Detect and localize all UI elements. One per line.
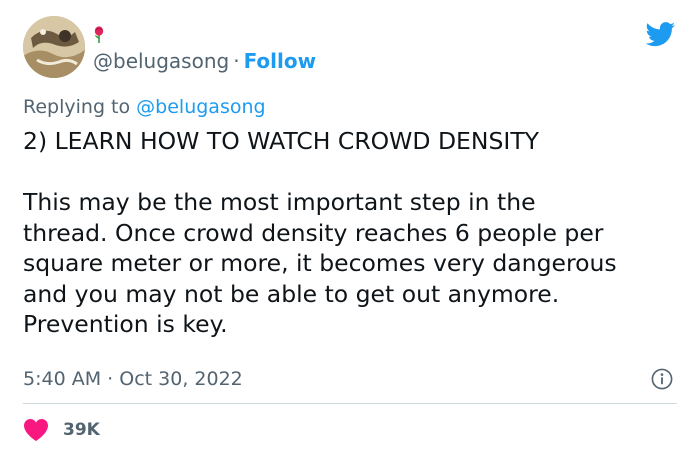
reply-prefix: Replying to xyxy=(23,96,131,118)
reply-context: Replying to @belugasong xyxy=(23,94,266,120)
author-row: @belugasong · Follow xyxy=(93,48,316,74)
twitter-bird-icon[interactable] xyxy=(645,22,676,47)
info-icon[interactable] xyxy=(651,368,673,390)
divider xyxy=(23,403,677,404)
like-button[interactable]: 39K xyxy=(23,417,100,443)
heart-icon xyxy=(24,419,48,441)
meta-separator: · xyxy=(107,368,114,390)
separator: · xyxy=(233,49,240,73)
rose-icon xyxy=(94,26,104,43)
tweet-timestamp[interactable]: 5:40 AM · Oct 30, 2022 xyxy=(23,366,243,392)
like-count: 39K xyxy=(63,420,100,440)
tweet-text: 2) LEARN HOW TO WATCH CROWD DENSITY This… xyxy=(23,126,683,340)
tweet-date: Oct 30, 2022 xyxy=(119,368,243,390)
tweet-heading: 2) LEARN HOW TO WATCH CROWD DENSITY xyxy=(23,127,540,155)
tweet-body: This may be the most important step in t… xyxy=(23,188,617,338)
tweet-time: 5:40 AM xyxy=(23,368,102,390)
follow-button[interactable]: Follow xyxy=(244,49,317,73)
tweet-card: @belugasong · Follow Replying to @belugaso… xyxy=(0,0,700,455)
author-handle[interactable]: @belugasong xyxy=(93,49,229,73)
reply-handle-link[interactable]: @belugasong xyxy=(136,96,265,118)
avatar[interactable] xyxy=(23,16,85,78)
